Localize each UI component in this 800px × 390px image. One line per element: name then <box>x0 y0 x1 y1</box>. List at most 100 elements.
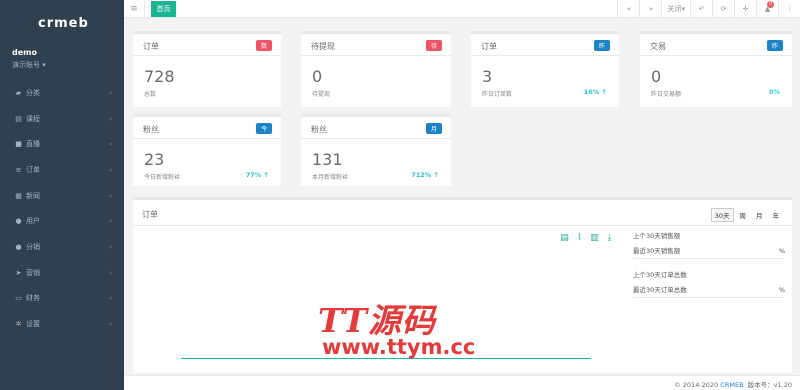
double-chevron-left-icon: « <box>626 5 632 13</box>
bar-chart-icon[interactable]: ▥ <box>590 233 599 243</box>
logo: crmeb <box>38 16 89 31</box>
card-pill: 数 <box>256 40 272 51</box>
notification-badge: 0 <box>766 1 774 8</box>
menu-toggle-button[interactable]: ≡ <box>124 0 145 18</box>
notifications-button[interactable]: ▲ 0 <box>756 0 778 18</box>
book-icon: ▤ <box>15 114 22 123</box>
card-subtitle: 总数 <box>144 91 157 98</box>
orders-count-row: 最近30天订单总数% <box>633 282 785 298</box>
footer-text: © 2014-2020 CRMEB 版本号：v1.20 <box>674 381 792 389</box>
sidebar-item-orders[interactable]: ≡ 订单 ‹ <box>0 157 124 183</box>
double-chevron-right-icon: » <box>648 5 654 13</box>
card-value: 0 <box>651 67 662 86</box>
card-pill: 昨 <box>767 40 783 51</box>
watermark-url: www.ttym.cc <box>322 335 476 359</box>
period-week[interactable]: 周 <box>736 208 751 222</box>
card-value: 23 <box>144 150 165 169</box>
card-pill: 今 <box>256 123 272 134</box>
scroll-right-button[interactable]: » <box>639 0 661 18</box>
chevron-left-icon: ‹ <box>109 165 112 174</box>
sidebar-item-distribution[interactable]: ● 分销 ‹ <box>0 234 124 260</box>
sidebar-item-category[interactable]: ▰ 分类 ‹ <box>0 80 124 106</box>
stat-card-orders-total: 订单 数 728 总数 <box>133 31 281 107</box>
footer: © 2014-2020 CRMEB 版本号：v1.20 <box>124 375 800 390</box>
profile-name[interactable]: demo <box>12 48 37 57</box>
card-value: 728 <box>144 67 175 86</box>
more-icon: ⋮ <box>786 5 793 13</box>
sidebar-item-finance[interactable]: ▭ 财务 ‹ <box>0 286 124 312</box>
period-year[interactable]: 年 <box>769 208 784 222</box>
card-pill: 昨 <box>594 40 610 51</box>
card-value: 0 <box>312 67 323 86</box>
top-bar: ≡ 首页 « » 关闭 ▾ ↶ ⟳ ✛ ▲ 0 ⋮ <box>124 0 800 18</box>
orders-title: 订单 <box>142 210 158 219</box>
arrows-icon: ✛ <box>742 5 749 13</box>
close-dropdown-button[interactable]: 关闭 ▾ <box>661 0 690 18</box>
toolbar-right: « » 关闭 ▾ ↶ ⟳ ✛ ▲ 0 ⋮ <box>617 0 800 18</box>
card-value: 131 <box>312 150 343 169</box>
footer-brand-link[interactable]: CRMEB <box>720 381 743 389</box>
stat-card-pending-withdraw: 待提现 待 0 待提现 <box>301 31 451 107</box>
card-subtitle: 待提现 <box>312 91 331 98</box>
card-pill: 月 <box>426 123 442 134</box>
newspaper-icon: ▦ <box>15 191 22 200</box>
card-percentage: 77% ↑ <box>245 171 269 179</box>
sidebar: crmeb demo 演示账号 ▾ ▰ 分类 ‹ ▤ 课程 ‹ ■ 直播 ‹ ≡ 订单 ‹ ▦ 新… <box>0 0 124 390</box>
card-title: 订单 <box>143 42 159 51</box>
card-subtitle: 今日新增粉丝 <box>144 174 181 181</box>
card-title: 粉丝 <box>311 125 327 134</box>
chevron-left-icon: ‹ <box>109 268 112 277</box>
gear-icon: ✲ <box>15 320 22 329</box>
card-title: 粉丝 <box>143 125 159 134</box>
sidebar-item-users[interactable]: ● 用户 ‹ <box>0 208 124 234</box>
chevron-left-icon: ‹ <box>109 191 112 200</box>
period-selector: 30天 周 月 年 <box>709 208 783 222</box>
card-title: 订单 <box>481 42 497 51</box>
scroll-left-button[interactable]: « <box>617 0 639 18</box>
chevron-left-icon: ‹ <box>109 88 112 97</box>
fullscreen-button[interactable]: ✛ <box>734 0 756 18</box>
card-title: 交易 <box>650 42 666 51</box>
data-view-icon[interactable]: ▤ <box>560 233 569 243</box>
card-subtitle: 昨日订单数 <box>482 91 513 98</box>
sidebar-nav: ▰ 分类 ‹ ▤ 课程 ‹ ■ 直播 ‹ ≡ 订单 ‹ ▦ 新闻 ‹ ● 用户 ‹ ● 分销 ‹ ➤ 营销 ‹ … <box>0 80 124 337</box>
more-button[interactable]: ⋮ <box>778 0 800 18</box>
order-summary: 上个30天销售额 最近30天销售额% 上个30天订单总数 最近30天订单总数% <box>633 230 785 308</box>
send-icon: ➤ <box>15 268 22 277</box>
period-month[interactable]: 月 <box>752 208 767 222</box>
sidebar-item-live[interactable]: ■ 直播 ‹ <box>0 131 124 157</box>
list-icon: ≡ <box>15 165 22 174</box>
sidebar-item-news[interactable]: ▦ 新闻 ‹ <box>0 183 124 209</box>
stat-card-orders-yesterday: 订单 昨 3 昨日订单数 16% ↑ <box>471 31 619 107</box>
chevron-left-icon: ‹ <box>109 114 112 123</box>
users-icon: ● <box>15 242 22 251</box>
back-button[interactable]: ↶ <box>690 0 712 18</box>
download-icon[interactable]: ⤓ <box>605 233 614 243</box>
user-icon: ● <box>15 217 22 226</box>
sales-row: 最近30天销售额% <box>633 243 785 259</box>
refresh-icon: ⟳ <box>720 5 727 13</box>
orders-count-heading: 上个30天订单总数 <box>633 271 687 279</box>
card-subtitle: 昨日交易额 <box>651 91 682 98</box>
profile-role-dropdown[interactable]: 演示账号 ▾ <box>12 60 46 70</box>
card-title: 待提现 <box>311 42 335 51</box>
stat-card-trade-yesterday: 交易 昨 0 昨日交易额 0% <box>640 31 792 107</box>
refresh-button[interactable]: ⟳ <box>712 0 734 18</box>
sidebar-item-settings[interactable]: ✲ 设置 ‹ <box>0 311 124 337</box>
card-pill: 待 <box>426 40 442 51</box>
card-value: 3 <box>482 67 493 86</box>
card-percentage: 712% ↑ <box>411 171 439 179</box>
period-30-days[interactable]: 30天 <box>710 208 734 222</box>
card-subtitle: 本月新增粉丝 <box>312 174 349 181</box>
card-percentage: 0% <box>768 88 780 96</box>
chart-toolbox: ▤ ⌇ ▥ ⤓ <box>560 233 614 243</box>
money-icon: ▭ <box>15 294 22 303</box>
sidebar-item-marketing[interactable]: ➤ 营销 ‹ <box>0 260 124 286</box>
tab-home[interactable]: 首页 <box>151 1 176 17</box>
gift-icon: ▰ <box>15 88 22 97</box>
sales-heading: 上个30天销售额 <box>633 232 681 240</box>
sidebar-item-course[interactable]: ▤ 课程 ‹ <box>0 106 124 132</box>
chevron-left-icon: ‹ <box>109 294 112 303</box>
line-chart-icon[interactable]: ⌇ <box>575 233 584 243</box>
reply-icon: ↶ <box>698 5 705 13</box>
